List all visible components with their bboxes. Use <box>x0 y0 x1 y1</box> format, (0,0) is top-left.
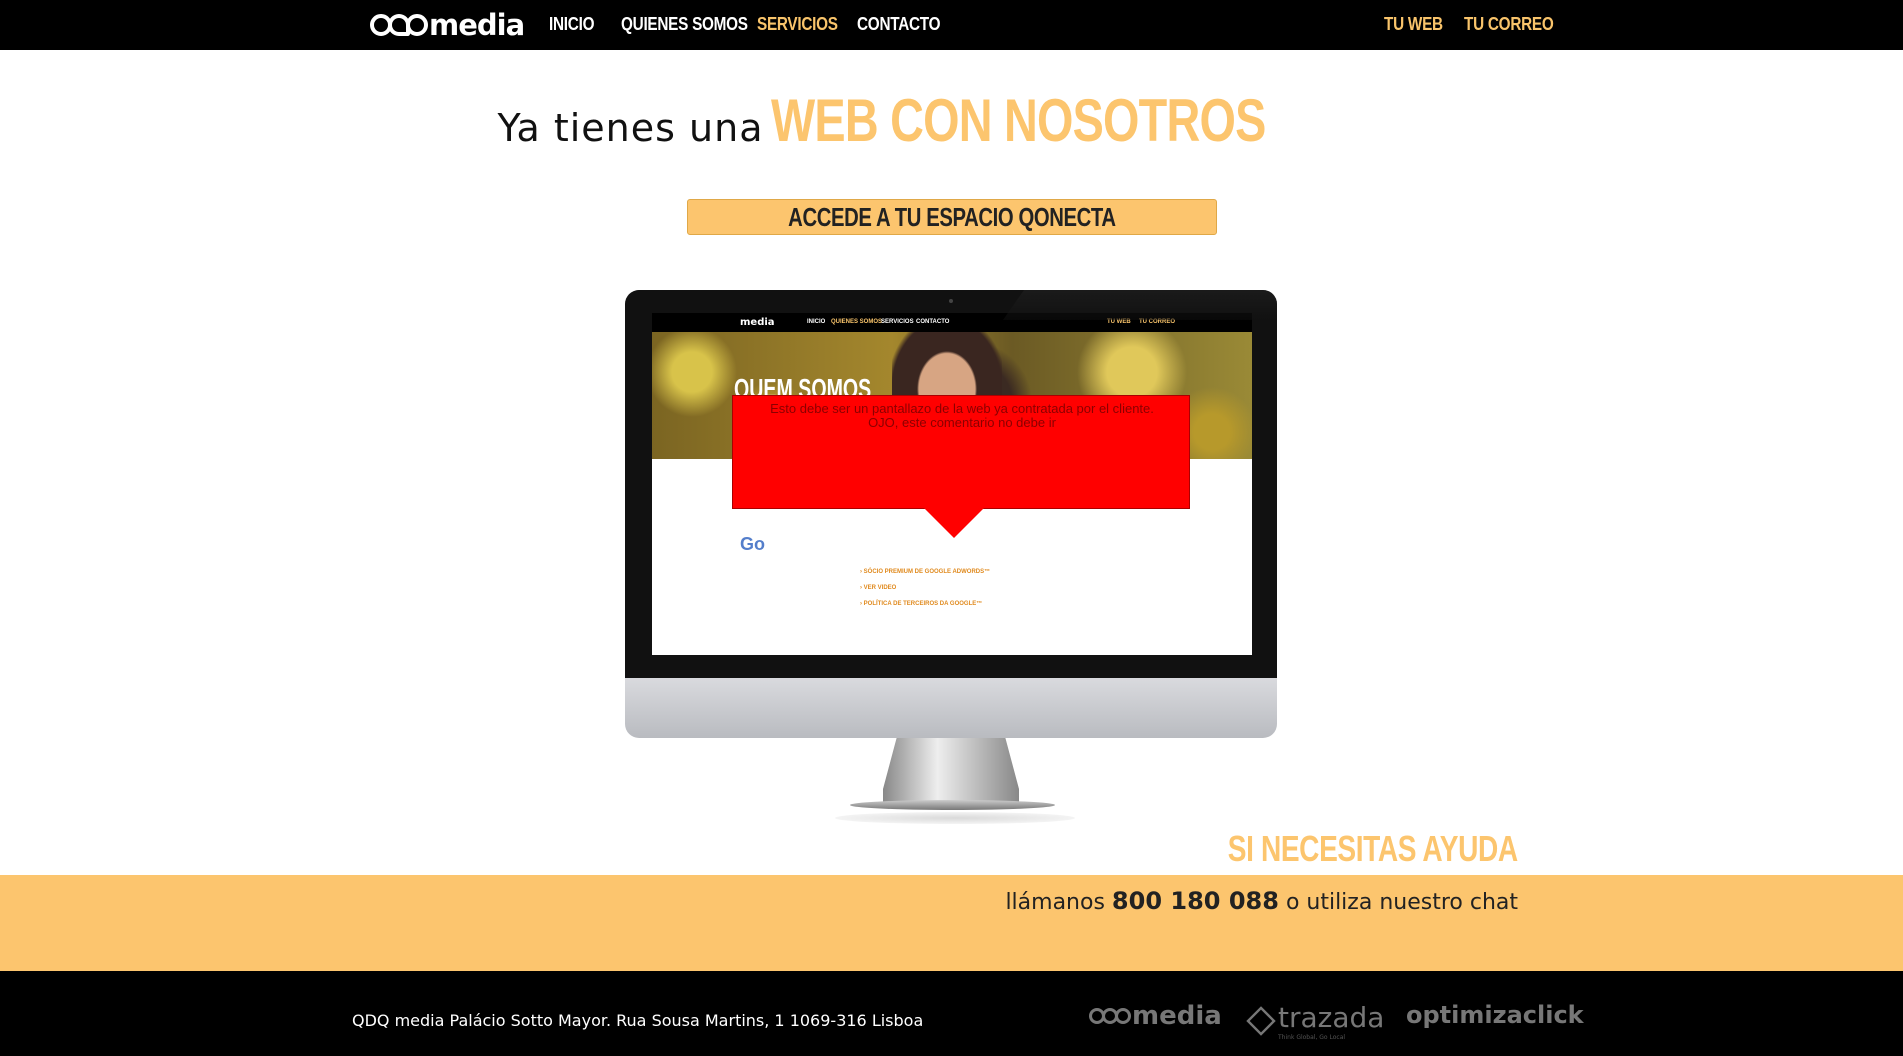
access-qonecta-label: ACCEDE A TU ESPACIO QONECTA <box>788 201 1116 232</box>
comment-text: Esto debe ser un pantallazo de la web ya… <box>770 401 1154 430</box>
monitor-mockup: media INICIO QUIENES SOMOS SERVICIOS CON… <box>625 290 1277 824</box>
top-navbar: media INICIO QUIENES SOMOS SERVICIOS CON… <box>0 0 1903 50</box>
qdq-rings-icon <box>1089 1008 1131 1024</box>
nav-link-inicio[interactable]: INICIO <box>549 14 594 35</box>
nav-link-contacto[interactable]: CONTACTO <box>857 14 941 35</box>
help-contact-line: llámanos 800 180 088 o utiliza nuestro c… <box>1005 887 1518 915</box>
page-headline: Ya tienes una WEB CON NOSOTROS <box>0 86 1903 155</box>
footer-logo-qdq-media[interactable]: media <box>1089 1001 1222 1031</box>
help-suffix: o utiliza nuestro chat <box>1285 890 1518 915</box>
help-title: SI NECESITAS AYUDA <box>1228 828 1518 869</box>
monitor-shadow <box>835 812 1075 824</box>
preview-nav-tu-web: TU WEB <box>1107 319 1131 325</box>
monitor-chin <box>625 678 1277 738</box>
preview-list-item: › POLÍTICA DE TERCEIROS DA GOOGLE™ <box>860 601 983 607</box>
preview-nav-contacto: CONTACTO <box>916 319 950 325</box>
help-phone-number[interactable]: 800 180 088 <box>1112 887 1279 915</box>
preview-navbar: media INICIO QUIENES SOMOS SERVICIOS CON… <box>652 313 1252 332</box>
nav-link-tu-correo[interactable]: TU CORREO <box>1464 14 1554 35</box>
preview-nav-tu-correo: TU CORREO <box>1139 319 1175 325</box>
nav-link-tu-web[interactable]: TU WEB <box>1384 14 1443 35</box>
preview-google-logo: Go <box>740 534 765 554</box>
qdq-logo-mark-icon <box>370 14 428 36</box>
logo-text: media <box>429 8 525 42</box>
footer-logo-trazada[interactable]: trazada Think Global, Go Local <box>1246 1001 1384 1041</box>
help-band: llámanos 800 180 088 o utiliza nuestro c… <box>0 875 1903 971</box>
comment-callout: Esto debe ser un pantallazo de la web ya… <box>732 395 1190 509</box>
help-prefix: llámanos <box>1005 890 1105 915</box>
preview-nav-quienes: QUIENES SOMOS <box>831 319 883 325</box>
nav-link-quienes-somos[interactable]: QUIENES SOMOS <box>621 14 748 35</box>
preview-nav-inicio: INICIO <box>807 319 826 325</box>
monitor-stand <box>883 738 1019 806</box>
footer: QDQ media Palácio Sotto Mayor. Rua Sousa… <box>0 971 1903 1056</box>
preview-body-text <box>861 538 1181 556</box>
headline-light: Ya tienes una <box>497 106 764 150</box>
website-screenshot: media INICIO QUIENES SOMOS SERVICIOS CON… <box>652 313 1252 655</box>
preview-nav-servicios: SERVICIOS <box>881 319 914 325</box>
preview-list-item: › VER VIDEO <box>860 585 897 591</box>
footer-logo-optimizaclick[interactable]: optimizaclick <box>1406 1001 1584 1029</box>
access-qonecta-button[interactable]: ACCEDE A TU ESPACIO QONECTA <box>687 199 1217 235</box>
headline-bold: WEB CON NOSOTROS <box>771 87 1267 154</box>
camera-dot <box>949 299 953 303</box>
nav-link-servicios[interactable]: SERVICIOS <box>757 14 838 35</box>
footer-address: QDQ media Palácio Sotto Mayor. Rua Sousa… <box>352 1011 924 1030</box>
preview-list-item: › SÓCIO PREMIUM DE GOOGLE ADWORDS™ <box>860 569 991 575</box>
trazada-mark-icon <box>1246 1006 1276 1036</box>
preview-logo: media <box>740 317 775 328</box>
qdq-media-logo[interactable]: media <box>370 8 525 42</box>
monitor-stand-base <box>850 800 1055 810</box>
monitor-bezel: media INICIO QUIENES SOMOS SERVICIOS CON… <box>625 290 1277 678</box>
trazada-tagline: Think Global, Go Local <box>1278 1034 1346 1041</box>
callout-pointer <box>924 508 984 538</box>
